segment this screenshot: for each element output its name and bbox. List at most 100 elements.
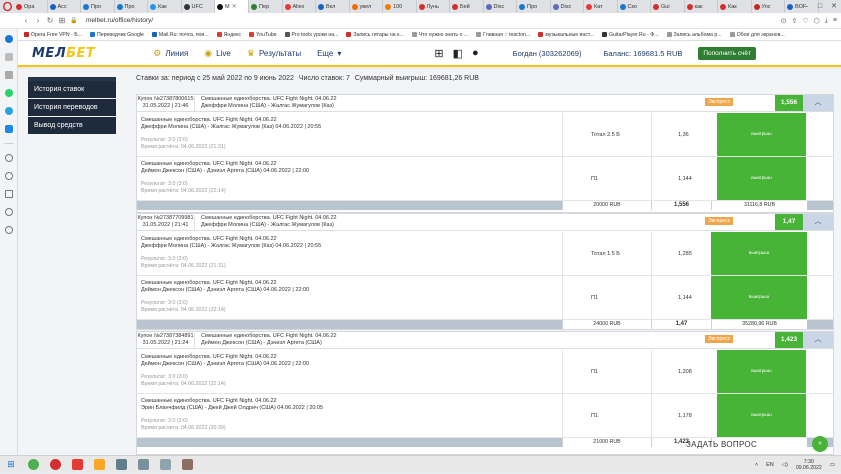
user-account[interactable]: Богдан (303262069): [513, 49, 582, 58]
bookmark-heart-icon[interactable]: ♡: [802, 17, 808, 25]
balance: Баланс: 169681.5 RUB: [603, 48, 683, 58]
bookmark-item[interactable]: Яндекс: [213, 32, 245, 38]
bookmark-item[interactable]: Главная :: reacton...: [472, 32, 534, 38]
browser-tab[interactable]: Как: [718, 0, 752, 13]
browser-tab[interactable]: Кат: [584, 0, 618, 13]
back-icon[interactable]: ‹: [20, 16, 32, 25]
clock[interactable]: 7:30 09.06.2022: [796, 459, 822, 471]
deposit-button[interactable]: Пополнить счёт: [698, 46, 756, 60]
browser-tab[interactable]: Пер: [249, 0, 283, 13]
apple-icon[interactable]: ●: [472, 47, 479, 60]
collapse-button[interactable]: ︿: [803, 332, 833, 348]
collapse-button[interactable]: ︿: [803, 214, 833, 230]
grid-icon[interactable]: ⊞: [56, 16, 68, 25]
browser-tab[interactable]: Disc: [484, 0, 517, 13]
menu-transfer-history[interactable]: История переводов: [28, 99, 116, 116]
url-field[interactable]: melbet.ru/office/history/: [86, 17, 153, 24]
bookmark-item[interactable]: YouTube: [245, 32, 280, 38]
browser-tab[interactable]: Про: [81, 0, 115, 13]
extensions-icon[interactable]: ⬡: [814, 17, 820, 25]
minimize-icon[interactable]: –: [799, 0, 813, 13]
browser-tab[interactable]: Про: [517, 0, 551, 13]
browser-tab[interactable]: Вкл: [316, 0, 350, 13]
close-window-icon[interactable]: ✕: [827, 0, 841, 13]
android-icon[interactable]: ◧: [453, 47, 463, 60]
nav-line[interactable]: ⚙ Линия: [153, 48, 188, 59]
settings-icon[interactable]: ≡: [833, 17, 837, 25]
taskbar-app-files[interactable]: [110, 458, 132, 472]
language-indicator[interactable]: EN: [766, 462, 774, 468]
history-icon[interactable]: [4, 172, 13, 180]
chat-button[interactable]: »: [812, 436, 828, 452]
bookmark-item[interactable]: Запись гитары на к...: [342, 32, 407, 38]
windows-icon[interactable]: ⊞: [434, 47, 443, 60]
arrow-icon[interactable]: [4, 71, 13, 79]
bookmark-item[interactable]: Запись альбома р...: [663, 32, 726, 38]
taskbar-app-screen[interactable]: [154, 458, 176, 472]
menu-bet-history[interactable]: История ставок: [28, 81, 116, 98]
collapse-button[interactable]: ︿: [803, 95, 833, 111]
heart-icon[interactable]: [4, 154, 13, 162]
cube-icon[interactable]: [4, 190, 13, 198]
opera-vpn-icon[interactable]: [4, 35, 13, 43]
gear-icon[interactable]: [4, 208, 13, 216]
browser-tab[interactable]: Disc: [551, 0, 584, 13]
tray-arrow-icon[interactable]: ˄: [755, 462, 758, 468]
trophy-icon: ♛: [246, 47, 255, 58]
browser-tab[interactable]: Про: [115, 0, 148, 13]
start-icon[interactable]: ⊞: [0, 459, 22, 470]
opera-menu-button[interactable]: [0, 0, 14, 13]
browser-tab[interactable]: М ✕: [215, 0, 249, 13]
browser-tab[interactable]: Упс: [752, 0, 785, 13]
event-match: Джеффри Молина (США) - Жалгас Жумагулов …: [141, 243, 322, 249]
bookmark-item[interactable]: музыкальные инст...: [534, 32, 598, 38]
nav-results[interactable]: ♛ Результаты: [247, 48, 301, 59]
browser-tab[interactable]: Бей: [450, 0, 484, 13]
taskbar-app-opera[interactable]: [44, 458, 66, 472]
melbet-logo[interactable]: МЕЛБЕТ: [32, 46, 95, 61]
handshake-icon: ⚙: [153, 47, 162, 58]
browser-tab[interactable]: Gui: [651, 0, 685, 13]
reload-icon[interactable]: ↻: [44, 16, 56, 25]
bookmark-item[interactable]: Переводчик Google: [86, 32, 148, 38]
volume-icon[interactable]: ◁): [782, 462, 788, 468]
tab-close-icon[interactable]: ✕: [232, 3, 237, 10]
bookmark-item[interactable]: Mail.Ru: почта, пои...: [148, 32, 213, 38]
taskbar-app-media[interactable]: [66, 458, 88, 472]
browser-tab[interactable]: Асс: [48, 0, 81, 13]
bookmark-item[interactable]: Opera Free VPN - Б...: [20, 32, 86, 38]
camera-icon[interactable]: ⊙: [781, 17, 787, 25]
browser-tab[interactable]: Ско: [618, 0, 651, 13]
lightbulb-icon[interactable]: [4, 226, 13, 234]
ask-question-label[interactable]: ЗАДАТЬ ВОПРОС: [686, 440, 757, 449]
browser-tab[interactable]: Ора: [14, 0, 48, 13]
taskbar-app-chrome[interactable]: [22, 458, 44, 472]
browser-tab[interactable]: UFC: [182, 0, 215, 13]
whatsapp-icon[interactable]: [4, 89, 13, 97]
bookmark-item[interactable]: Обои для экранов...: [726, 32, 789, 38]
share-icon[interactable]: ⇪: [792, 17, 798, 25]
maximize-icon[interactable]: □: [813, 0, 827, 13]
bookmark-item[interactable]: Что нужно знать о ...: [408, 32, 472, 38]
browser-tab[interactable]: как: [685, 0, 718, 13]
browser-tab[interactable]: 100: [383, 0, 417, 13]
menu-withdraw[interactable]: Вывод средств: [28, 117, 116, 134]
forward-icon[interactable]: ›: [32, 16, 44, 25]
outcome-badge: выигрыш: [711, 276, 807, 319]
browser-tab[interactable]: Как: [148, 0, 182, 13]
bookmark-item[interactable]: Pro tools уроки на...: [281, 32, 343, 38]
nav-live[interactable]: ◉ Live: [204, 48, 231, 59]
vk-icon[interactable]: [4, 125, 13, 133]
taskbar-app-folder[interactable]: [88, 458, 110, 472]
nav-more[interactable]: Еще ▾: [317, 49, 341, 58]
bookmark-item[interactable]: GuitarPlayer.Ru - Ф...: [598, 32, 663, 38]
browser-tab[interactable]: Лунь: [417, 0, 450, 13]
notification-icon[interactable]: ▭: [830, 462, 835, 468]
browser-tab[interactable]: Aliex: [283, 0, 316, 13]
download-icon[interactable]: ⤓: [825, 17, 828, 25]
home-icon[interactable]: [4, 53, 13, 61]
browser-tab[interactable]: увел: [350, 0, 383, 13]
taskbar-app-cart[interactable]: [176, 458, 198, 472]
telegram-icon[interactable]: [4, 107, 13, 115]
taskbar-app-terminal[interactable]: [132, 458, 154, 472]
